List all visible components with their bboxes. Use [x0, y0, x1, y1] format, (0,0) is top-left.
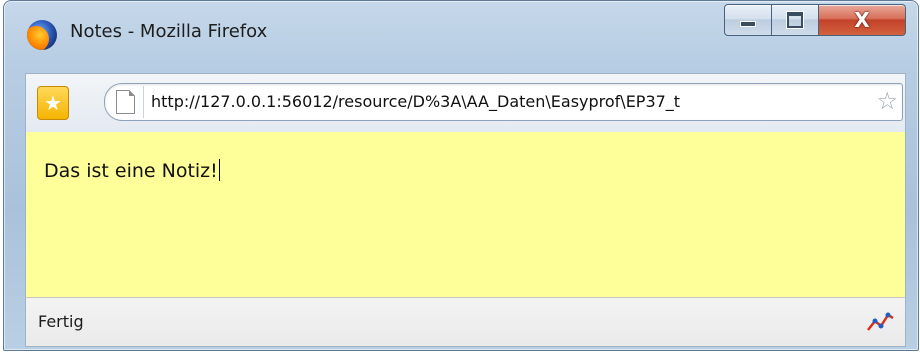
bookmark-button[interactable]: ★ [37, 86, 69, 120]
star-outline-icon[interactable]: ☆ [876, 88, 898, 114]
minimize-icon [740, 21, 756, 27]
page-icon [116, 90, 135, 114]
note-text: Das ist eine Notiz! [44, 160, 218, 182]
status-bar: Fertig [25, 297, 906, 347]
note-content-area[interactable]: Das ist eine Notiz! [25, 132, 906, 297]
close-button[interactable]: X [819, 4, 906, 36]
firefox-logo-fox [27, 22, 53, 50]
close-icon: X [854, 8, 870, 32]
text-caret [218, 159, 220, 181]
title-bar[interactable]: Notes - Mozilla Firefox X [4, 1, 918, 67]
firefox-icon [27, 20, 57, 50]
url-bar[interactable]: http://127.0.0.1:56012/resource/D%3A\AA_… [104, 83, 903, 121]
minimize-button[interactable] [724, 4, 772, 36]
maximize-button[interactable] [772, 4, 819, 36]
note-text-line[interactable]: Das ist eine Notiz! [44, 159, 220, 182]
url-separator [143, 86, 144, 118]
navigation-toolbar: ★ http://127.0.0.1:56012/resource/D%3A\A… [25, 73, 906, 132]
browser-window: Notes - Mozilla Firefox X ★ http://127.0… [3, 0, 919, 351]
maximize-icon [786, 11, 804, 29]
window-controls: X [724, 4, 906, 36]
window-title: Notes - Mozilla Firefox [70, 21, 268, 42]
chart-sparkline-icon[interactable] [865, 306, 895, 336]
url-text[interactable]: http://127.0.0.1:56012/resource/D%3A\AA_… [151, 92, 851, 111]
status-text: Fertig [38, 312, 84, 331]
star-bookmark-icon: ★ [44, 91, 62, 115]
